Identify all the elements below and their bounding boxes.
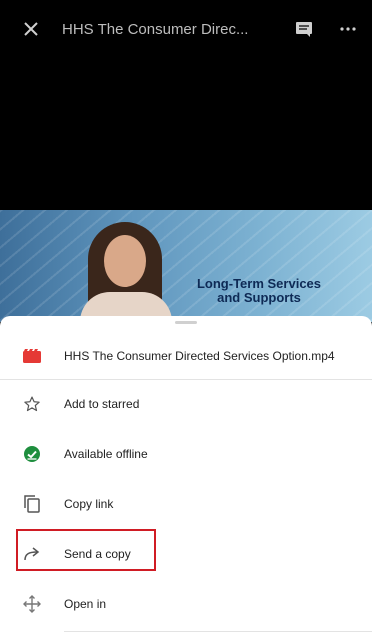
menu-item-add-to-starred[interactable]: Add to starred xyxy=(0,379,372,429)
file-header: HHS The Consumer Directed Services Optio… xyxy=(0,332,372,380)
caption-line-2: and Supports xyxy=(217,290,301,305)
comment-icon[interactable] xyxy=(284,0,324,58)
star-outline-icon xyxy=(0,395,64,413)
more-options-icon[interactable] xyxy=(324,0,372,58)
file-name: HHS The Consumer Directed Services Optio… xyxy=(64,348,335,363)
caption-line-1: Long-Term Services xyxy=(196,276,322,291)
action-menu: Add to starred Available offline Copy li… xyxy=(0,379,372,629)
video-preview[interactable]: Long-Term Services and Supports xyxy=(0,210,372,322)
video-title: HHS The Consumer Direc... xyxy=(62,20,249,38)
menu-item-label: Copy link xyxy=(64,497,114,511)
menu-item-copy-link[interactable]: Copy link xyxy=(0,479,372,529)
sheet-drag-handle[interactable] xyxy=(175,321,197,324)
menu-item-open-in[interactable]: Open in xyxy=(0,579,372,629)
close-icon[interactable] xyxy=(0,0,62,58)
menu-item-available-offline[interactable]: Available offline xyxy=(0,429,372,479)
video-caption: Long-Term Services and Supports xyxy=(184,277,334,305)
send-a-copy-highlight-box xyxy=(16,529,156,571)
menu-item-label: Open in xyxy=(64,597,107,611)
open-in-icon xyxy=(0,595,64,613)
menu-item-label: Available offline xyxy=(64,447,148,461)
actions-bottom-sheet: HHS The Consumer Directed Services Optio… xyxy=(0,316,372,643)
copy-icon xyxy=(0,495,64,513)
divider xyxy=(64,631,372,632)
menu-item-label: Add to starred xyxy=(64,397,140,411)
offline-check-icon xyxy=(0,445,64,463)
top-app-bar: HHS The Consumer Direc... xyxy=(0,0,372,58)
video-background-pattern xyxy=(0,210,372,322)
video-file-icon xyxy=(0,348,64,363)
presenter-face xyxy=(104,235,146,287)
